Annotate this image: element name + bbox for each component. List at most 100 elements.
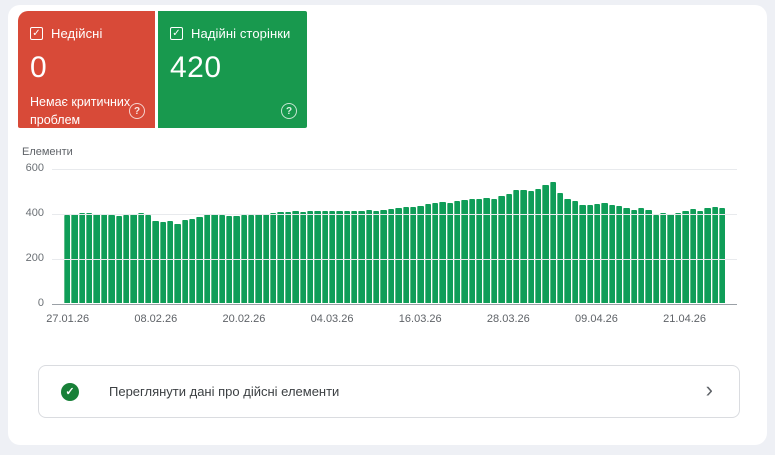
- view-valid-items-label: Переглянути дані про дійсні елементи: [109, 384, 706, 399]
- plot-area: [52, 169, 737, 304]
- bar[interactable]: [572, 201, 578, 303]
- x-axis-labels: 27.01.2608.02.2620.02.2604.03.2616.03.26…: [64, 313, 725, 327]
- bar[interactable]: [380, 210, 386, 303]
- bar[interactable]: [704, 208, 710, 303]
- bar[interactable]: [439, 202, 445, 303]
- x-tick-label: 27.01.26: [46, 313, 89, 325]
- search-console-report: ✓ Недійсні 0 Немає критичних проблем ? ✓…: [0, 0, 775, 455]
- bar[interactable]: [351, 211, 357, 303]
- bar[interactable]: [528, 191, 534, 303]
- bar[interactable]: [447, 203, 453, 304]
- gridline-600: [52, 169, 737, 170]
- invalid-card-header: ✓ Недійсні: [30, 26, 143, 41]
- bar[interactable]: [358, 211, 364, 303]
- bar[interactable]: [344, 211, 350, 303]
- bar[interactable]: [601, 203, 607, 303]
- bar[interactable]: [270, 213, 276, 303]
- bar[interactable]: [322, 211, 328, 303]
- bar[interactable]: [623, 208, 629, 303]
- bar[interactable]: [403, 207, 409, 303]
- bar[interactable]: [550, 182, 556, 303]
- bar[interactable]: [675, 213, 681, 303]
- valid-help-icon[interactable]: ?: [281, 103, 297, 119]
- bar[interactable]: [690, 209, 696, 303]
- bar[interactable]: [645, 210, 651, 303]
- bars: [64, 169, 725, 303]
- bar[interactable]: [314, 211, 320, 303]
- bar[interactable]: [425, 204, 431, 303]
- bar[interactable]: [292, 211, 298, 303]
- bar[interactable]: [579, 205, 585, 303]
- bar[interactable]: [366, 210, 372, 303]
- bar[interactable]: [152, 221, 158, 303]
- y-tick-label: 200: [26, 252, 44, 264]
- valid-checkbox-icon[interactable]: ✓: [170, 27, 183, 40]
- bar[interactable]: [520, 190, 526, 303]
- bar[interactable]: [616, 206, 622, 303]
- bar[interactable]: [697, 211, 703, 303]
- bar[interactable]: [712, 207, 718, 303]
- gridline-200: [52, 259, 737, 260]
- invalid-count: 0: [30, 51, 143, 85]
- bar[interactable]: [417, 206, 423, 303]
- bar[interactable]: [285, 212, 291, 303]
- valid-count: 420: [170, 51, 295, 85]
- x-tick-label: 04.03.26: [311, 313, 354, 325]
- bar[interactable]: [395, 208, 401, 303]
- valid-card-label: Надійні сторінки: [191, 26, 290, 41]
- bar[interactable]: [719, 208, 725, 303]
- bar[interactable]: [336, 211, 342, 303]
- invalid-items-card[interactable]: ✓ Недійсні 0 Немає критичних проблем ?: [18, 11, 155, 128]
- x-tick-label: 16.03.26: [399, 313, 442, 325]
- y-tick-label: 400: [26, 207, 44, 219]
- bar[interactable]: [410, 207, 416, 303]
- bar[interactable]: [682, 211, 688, 303]
- bar[interactable]: [160, 222, 166, 303]
- valid-pages-card[interactable]: ✓ Надійні сторінки 420 ?: [158, 11, 307, 128]
- bar[interactable]: [454, 201, 460, 303]
- bar[interactable]: [594, 204, 600, 303]
- report-panel: ✓ Недійсні 0 Немає критичних проблем ? ✓…: [8, 5, 767, 445]
- bar[interactable]: [638, 208, 644, 303]
- bar[interactable]: [660, 213, 666, 303]
- x-tick-label: 20.02.26: [223, 313, 266, 325]
- bar[interactable]: [631, 210, 637, 303]
- bar[interactable]: [167, 221, 173, 303]
- gridline-400: [52, 214, 737, 215]
- bar[interactable]: [542, 185, 548, 303]
- valid-card-header: ✓ Надійні сторінки: [170, 26, 295, 41]
- invalid-card-subtitle: Немає критичних проблем: [30, 94, 138, 129]
- bar[interactable]: [182, 220, 188, 303]
- x-tick-label: 09.04.26: [575, 313, 618, 325]
- bar[interactable]: [300, 212, 306, 303]
- y-tick-label: 0: [38, 297, 44, 309]
- bar[interactable]: [388, 209, 394, 303]
- bar[interactable]: [461, 200, 467, 303]
- bar[interactable]: [498, 196, 504, 303]
- bar[interactable]: [307, 211, 313, 303]
- check-circle-icon: ✓: [61, 383, 79, 401]
- y-axis: 0200400600: [8, 169, 44, 304]
- invalid-checkbox-icon[interactable]: ✓: [30, 27, 43, 40]
- invalid-help-icon[interactable]: ?: [129, 103, 145, 119]
- bar[interactable]: [506, 194, 512, 303]
- bar[interactable]: [609, 205, 615, 303]
- bar[interactable]: [432, 203, 438, 303]
- view-valid-items-button[interactable]: ✓ Переглянути дані про дійсні елементи ›: [38, 365, 740, 418]
- bar[interactable]: [329, 211, 335, 303]
- bar[interactable]: [373, 211, 379, 303]
- x-tick-label: 08.02.26: [134, 313, 177, 325]
- invalid-card-label: Недійсні: [51, 26, 102, 41]
- bar[interactable]: [557, 193, 563, 303]
- bar[interactable]: [174, 224, 180, 303]
- bar[interactable]: [535, 189, 541, 303]
- bar[interactable]: [513, 190, 519, 303]
- bar[interactable]: [277, 212, 283, 303]
- x-tick-label: 28.03.26: [487, 313, 530, 325]
- x-tick-label: 21.04.26: [663, 313, 706, 325]
- chart-y-axis-title: Елементи: [22, 146, 73, 158]
- y-tick-label: 600: [26, 162, 44, 174]
- bar[interactable]: [587, 205, 593, 303]
- chevron-right-icon[interactable]: ›: [706, 379, 713, 404]
- bar[interactable]: [189, 219, 195, 303]
